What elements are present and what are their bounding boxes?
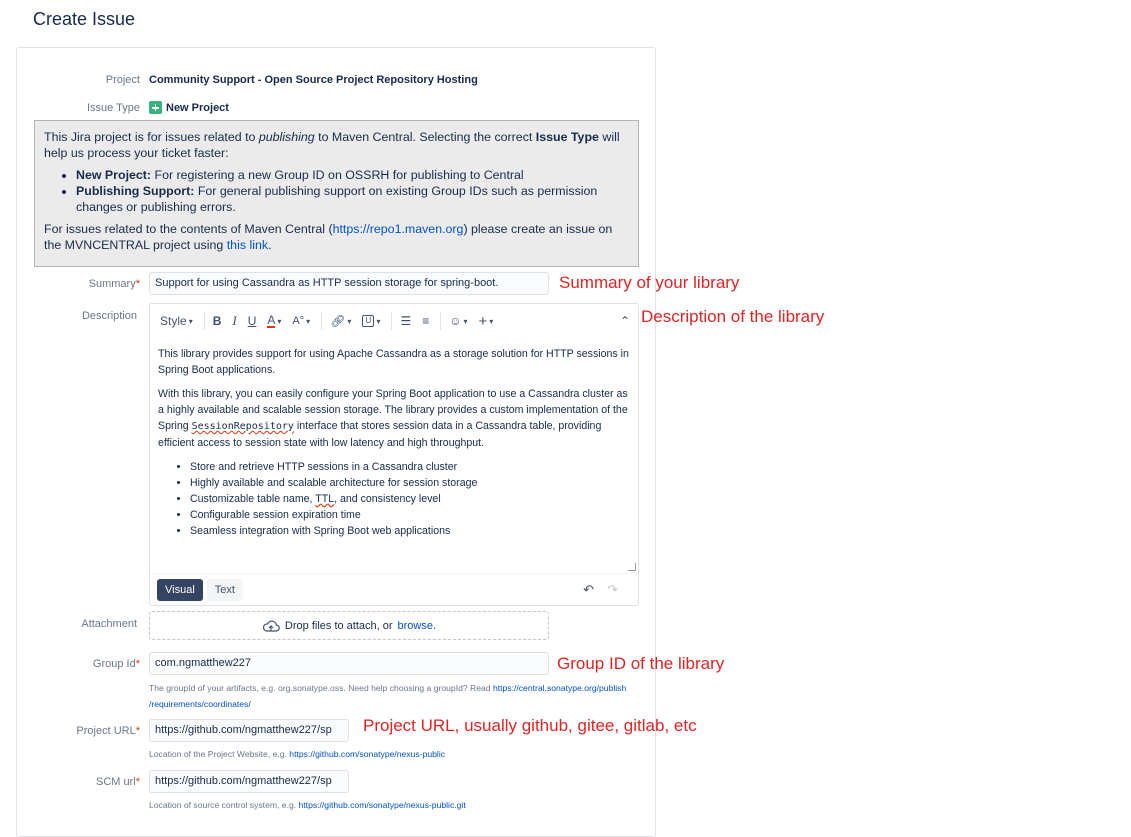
description-label: Description — [81, 310, 137, 322]
numbered-list-icon[interactable]: ≡ — [418, 310, 433, 332]
summary-label: Summary* — [88, 278, 140, 290]
attachment-label: Attachment — [81, 618, 137, 630]
formatting-icon[interactable]: A° ▾ — [288, 310, 314, 332]
visual-mode-tab[interactable]: Visual — [157, 578, 203, 601]
link-icon[interactable]: 🔗︎ ▾ — [326, 310, 355, 332]
issue-type-label: Issue Type — [87, 102, 140, 114]
list-item: Highly available and scalable architectu… — [190, 475, 630, 491]
insert-icon[interactable]: + ▾ — [475, 310, 498, 332]
coordinates-link-cont[interactable]: /requirements/coordinates/ — [149, 699, 251, 709]
group-id-input[interactable]: com.ngmatthew227 — [149, 652, 549, 675]
description-annotation: Description of the library — [641, 307, 825, 326]
attachment-icon[interactable]: U ▾ — [358, 310, 384, 332]
description-paragraph: With this library, you can easily config… — [158, 388, 628, 449]
drop-files-text: Drop files to attach, or — [284, 619, 393, 632]
scm-url-help: Location of source control system, e.g. … — [149, 800, 466, 810]
italic-icon[interactable]: I — [228, 310, 240, 332]
issue-type-value: New Project — [149, 101, 229, 114]
group-id-label: Group Id* — [92, 658, 140, 670]
project-value: Community Support - Open Source Project … — [149, 74, 478, 86]
project-url-example-link[interactable]: https://github.com/sonatype/nexus-public — [289, 749, 445, 759]
info-intro: This Jira project is for issues related … — [44, 130, 620, 160]
list-item: Publishing Support: For general publishi… — [76, 183, 629, 215]
page-title: Create Issue — [33, 9, 136, 29]
issue-type-text: New Project — [166, 101, 229, 114]
scm-url-label: SCM url* — [95, 776, 140, 788]
project-url-annotation: Project URL, usually github, gitee, gitl… — [363, 716, 697, 735]
underline-icon[interactable]: U — [244, 310, 261, 332]
bold-icon[interactable]: B — [209, 310, 226, 332]
list-item: Seamless integration with Spring Boot we… — [190, 523, 630, 539]
cloud-upload-icon — [262, 620, 280, 632]
project-url-label: Project URL* — [76, 725, 140, 737]
list-item: Store and retrieve HTTP sessions in a Ca… — [190, 459, 630, 475]
attachment-dropzone[interactable]: Drop files to attach, or browse. — [149, 611, 549, 640]
group-id-annotation: Group ID of the library — [557, 654, 725, 673]
list-item: New Project: For registering a new Group… — [76, 167, 629, 183]
redo-icon[interactable]: ↷ — [607, 582, 618, 598]
summary-annotation: Summary of your library — [559, 273, 740, 292]
editor-toolbar: Style ▾ B I U A ▾ A° ▾ 🔗︎ ▾ U ▾ ☰ ≡ ☺ ▾ + ▾ ⌃ — [150, 304, 638, 338]
description-paragraph: This library provides support for using … — [158, 348, 629, 376]
list-item: Configurable session expiration time — [190, 507, 630, 523]
issue-type-list: New Project: For registering a new Group… — [44, 167, 629, 215]
coordinates-link[interactable]: https://central.sonatype.org/publish — [493, 683, 626, 693]
scm-url-example-link[interactable]: https://github.com/sonatype/nexus-public… — [299, 800, 466, 810]
bullet-list-icon[interactable]: ☰ — [396, 310, 415, 332]
collapse-icon[interactable]: ⌃ — [620, 314, 630, 328]
editor-content[interactable]: This library provides support for using … — [150, 338, 638, 574]
emoji-icon[interactable]: ☺ ▾ — [445, 310, 471, 332]
feature-list: Store and retrieve HTTP sessions in a Ca… — [158, 459, 630, 539]
project-url-input[interactable]: https://github.com/ngmatthew227/sp — [149, 719, 349, 742]
group-id-help: The groupId of your artifacts, e.g. org.… — [149, 683, 627, 709]
mvncentral-link[interactable]: this link — [227, 238, 268, 252]
style-dropdown[interactable]: Style ▾ — [156, 310, 197, 332]
maven-central-link[interactable]: https://repo1.maven.org — [333, 222, 464, 236]
browse-link[interactable]: browse. — [398, 620, 437, 632]
scm-url-input[interactable]: https://github.com/ngmatthew227/sp — [149, 770, 349, 793]
add-square-icon — [149, 101, 162, 114]
project-url-help: Location of the Project Website, e.g. ht… — [149, 749, 446, 759]
summary-input[interactable]: Support for using Cassandra as HTTP sess… — [149, 272, 549, 295]
editor-mode-bar: Visual Text ↶ ↷ — [150, 573, 638, 605]
info-panel: This Jira project is for issues related … — [34, 120, 639, 267]
project-label: Project — [105, 74, 140, 86]
description-editor[interactable]: Style ▾ B I U A ▾ A° ▾ 🔗︎ ▾ U ▾ ☰ ≡ ☺ ▾ + ▾ ⌃ T… — [149, 303, 639, 606]
list-item: Customizable table name, TTL, and consis… — [190, 491, 630, 507]
text-color-icon[interactable]: A ▾ — [263, 310, 285, 332]
info-footer: For issues related to the contents of Ma… — [44, 222, 613, 252]
resize-handle[interactable] — [628, 563, 636, 571]
text-mode-tab[interactable]: Text — [206, 578, 243, 601]
undo-icon[interactable]: ↶ — [583, 582, 594, 598]
